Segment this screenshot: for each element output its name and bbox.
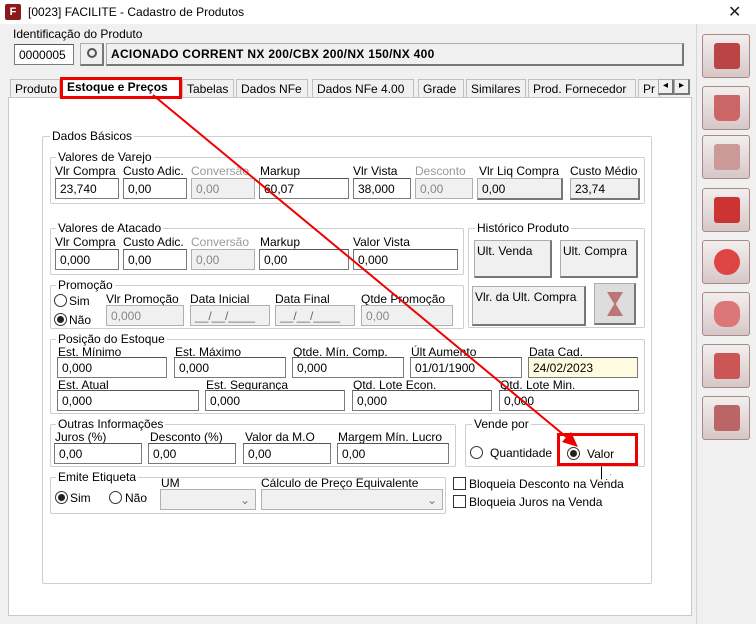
annotation-arrow	[152, 94, 578, 447]
